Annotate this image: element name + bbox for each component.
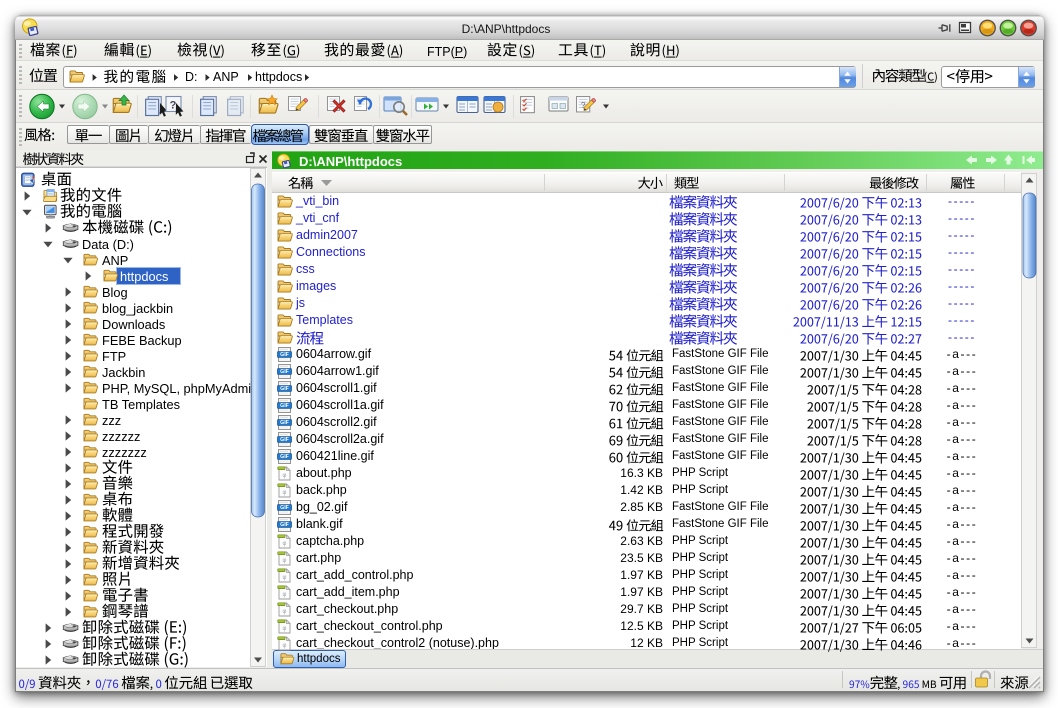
svg-text:?: ? [170, 100, 177, 112]
